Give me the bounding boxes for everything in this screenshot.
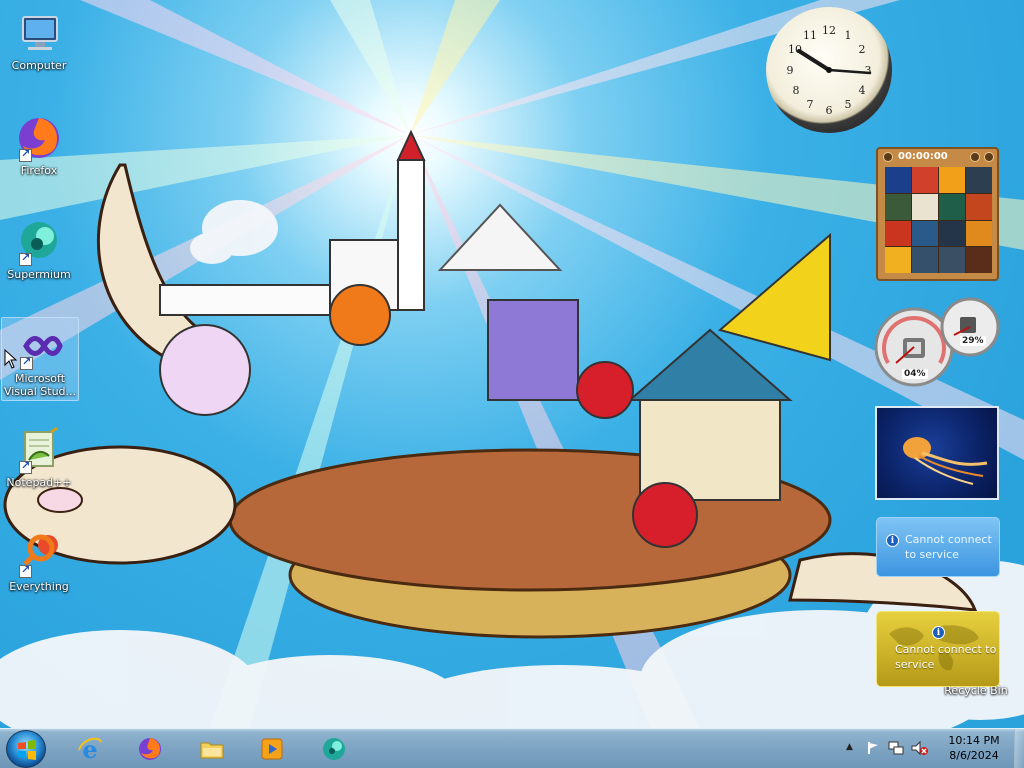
svg-text:9: 9 (787, 64, 794, 77)
info-icon: i (886, 534, 899, 547)
svg-text:6: 6 (826, 104, 833, 117)
clock-face: 12 12 345 678 91011 (787, 24, 872, 117)
taskbar-time: 10:14 PM (948, 734, 1000, 747)
firefox-icon (137, 736, 163, 762)
show-hidden-icons-icon[interactable]: ▲ (846, 742, 853, 752)
desktop-icon-label: Notepad++ (6, 476, 72, 489)
puzzle-tile[interactable] (912, 193, 938, 220)
puzzle-tile[interactable] (966, 193, 992, 220)
svg-text:11: 11 (803, 29, 817, 42)
puzzle-tile[interactable] (885, 220, 911, 247)
clock-hour-hand (797, 49, 831, 72)
puzzle-tile[interactable] (939, 220, 965, 247)
puzzle-tile[interactable] (939, 247, 965, 273)
shortcut-arrow-icon (19, 563, 32, 578)
puzzle-tile[interactable] (939, 167, 965, 193)
puzzle-tile[interactable] (966, 167, 992, 193)
svg-text:3: 3 (865, 64, 872, 77)
puzzle-menu-icon[interactable] (883, 152, 893, 162)
taskbar-firefox[interactable] (122, 731, 178, 767)
cpu-usage-label: 04% (902, 369, 928, 379)
show-desktop-button[interactable] (1014, 729, 1024, 768)
puzzle-tile[interactable] (966, 247, 992, 273)
puzzle-grid[interactable] (885, 167, 992, 273)
svg-text:12: 12 (822, 24, 836, 37)
puzzle-tile[interactable] (885, 193, 911, 220)
puzzle-tile[interactable] (912, 247, 938, 273)
desktop-icon-label: Computer (11, 59, 67, 72)
puzzle-help-icon[interactable] (970, 152, 980, 162)
internet-explorer-icon: e (77, 735, 103, 764)
taskbar-supermium[interactable] (306, 731, 362, 767)
visual-studio-icon (16, 322, 64, 370)
currency-gadget[interactable]: i Cannot connect to service (876, 611, 1000, 687)
taskbar-clock[interactable]: 10:14 PM 8/6/2024 (934, 733, 1014, 763)
clock-gadget[interactable]: 12 1 2 345 678 9 10 11 (766, 7, 892, 133)
slideshow-gadget[interactable] (875, 406, 999, 500)
svg-text:5: 5 (845, 98, 852, 111)
taskbar-media-player[interactable] (244, 731, 300, 767)
folder-icon (199, 736, 225, 762)
desktop-icon-supermium[interactable]: Supermium (0, 214, 78, 298)
shortcut-arrow-icon (19, 251, 32, 266)
supermium-icon (15, 218, 63, 266)
taskbar-internet-explorer[interactable]: e (62, 731, 118, 767)
firefox-icon (15, 114, 63, 162)
puzzle-tile[interactable] (939, 193, 965, 220)
volume-muted-icon[interactable] (910, 740, 928, 756)
desktop-icon-label: Firefox (20, 164, 58, 177)
computer-icon (15, 9, 63, 57)
media-player-icon (259, 736, 285, 762)
desktop-icon-firefox[interactable]: Firefox (0, 110, 78, 194)
puzzle-reset-icon[interactable] (984, 152, 994, 162)
action-center-flag-icon[interactable] (866, 741, 880, 755)
supermium-icon (321, 736, 347, 762)
puzzle-tile[interactable] (966, 220, 992, 247)
shortcut-arrow-icon (19, 459, 32, 474)
puzzle-tile[interactable] (885, 247, 911, 273)
memory-usage-label: 29% (960, 336, 986, 346)
everything-icon (15, 530, 63, 578)
svg-text:1: 1 (845, 29, 852, 42)
taskbar-file-explorer[interactable] (184, 731, 240, 767)
mouse-cursor-icon (4, 349, 18, 369)
shortcut-arrow-icon (19, 147, 32, 162)
puzzle-tile[interactable] (912, 220, 938, 247)
windows-logo-icon (18, 740, 36, 760)
svg-text:7: 7 (807, 98, 814, 111)
network-icon[interactable] (888, 740, 904, 756)
weather-error-message: Cannot connect to service (905, 533, 992, 561)
info-icon: i (932, 626, 945, 639)
desktop-icon-label: Supermium (7, 268, 71, 281)
notepad-plus-plus-icon (15, 426, 63, 474)
shortcut-arrow-icon (20, 355, 33, 370)
taskbar: e ▲ 10:14 PM 8/6/2024 (0, 728, 1024, 768)
svg-text:4: 4 (859, 84, 866, 97)
desktop-icon-computer[interactable]: Computer (0, 5, 78, 89)
desktop-icon-notepad-plus-plus[interactable]: Notepad++ (0, 422, 78, 506)
jellyfish-image (903, 437, 988, 485)
weather-gadget[interactable]: i Cannot connect to service (876, 517, 1000, 577)
cpu-meter-gadget[interactable]: 04% 29% (874, 297, 1002, 389)
taskbar-date: 8/6/2024 (949, 749, 999, 762)
svg-text:2: 2 (859, 43, 866, 56)
svg-text:8: 8 (793, 84, 800, 97)
picture-puzzle-gadget[interactable]: 00:00:00 (876, 147, 999, 281)
start-button[interactable] (6, 730, 46, 768)
puzzle-tile[interactable] (885, 167, 911, 193)
puzzle-tile[interactable] (912, 167, 938, 193)
desktop-icon-label: Microsoft Visual Stud... (3, 372, 77, 398)
desktop-icon-everything[interactable]: Everything (0, 526, 78, 610)
desktop-icon-label: Everything (9, 580, 69, 593)
